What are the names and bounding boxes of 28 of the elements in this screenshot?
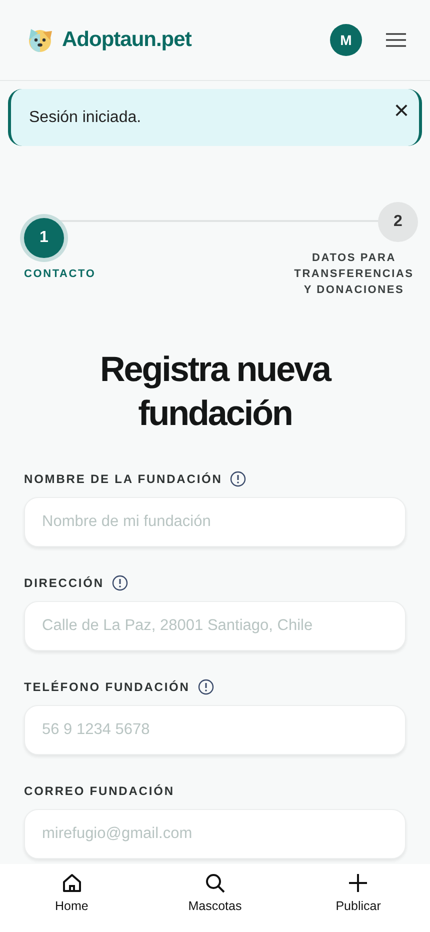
search-icon (204, 872, 226, 894)
info-icon[interactable] (112, 575, 128, 591)
step-circle[interactable]: 2 (378, 202, 418, 242)
menu-icon[interactable] (386, 33, 406, 47)
info-icon[interactable] (230, 471, 246, 487)
brand-name[interactable]: Adoptaun.pet (62, 24, 192, 56)
step-label: CONTACTO (24, 267, 96, 282)
info-icon[interactable] (198, 679, 214, 695)
field-label: NOMBRE DE LA FUNDACIÓN (24, 471, 222, 488)
close-button[interactable]: × (394, 97, 409, 123)
logo-icon (26, 26, 54, 54)
nav-button[interactable]: Home (12, 864, 132, 932)
input-field[interactable]: Nombre de mi fundación (24, 497, 406, 547)
field-label: DIRECCIÓN (24, 575, 104, 592)
nav-button[interactable]: Mascotas (154, 864, 275, 932)
step-label: DATOS PARA TRANSFERENCIAS Y DONACIONES (293, 251, 415, 298)
field-label: CORREO FUNDACIÓN (24, 783, 174, 800)
step-circle[interactable]: 1 (24, 218, 64, 258)
home-icon (60, 872, 83, 894)
page-title: Registra nueva fundación (99, 349, 332, 435)
nav-button[interactable]: Publicar (298, 864, 418, 932)
input-field[interactable]: mirefugio@gmail.com (24, 809, 406, 859)
field-label: TELÉFONO FUNDACIÓN (24, 679, 190, 696)
avatar-button[interactable]: M (330, 24, 362, 56)
alert-message: Sesión iniciada. (29, 108, 142, 128)
plus-icon (347, 872, 370, 894)
input-field[interactable]: 56 9 1234 5678 (24, 705, 406, 755)
input-field[interactable]: Calle de La Paz, 28001 Santiago, Chile (24, 601, 406, 651)
